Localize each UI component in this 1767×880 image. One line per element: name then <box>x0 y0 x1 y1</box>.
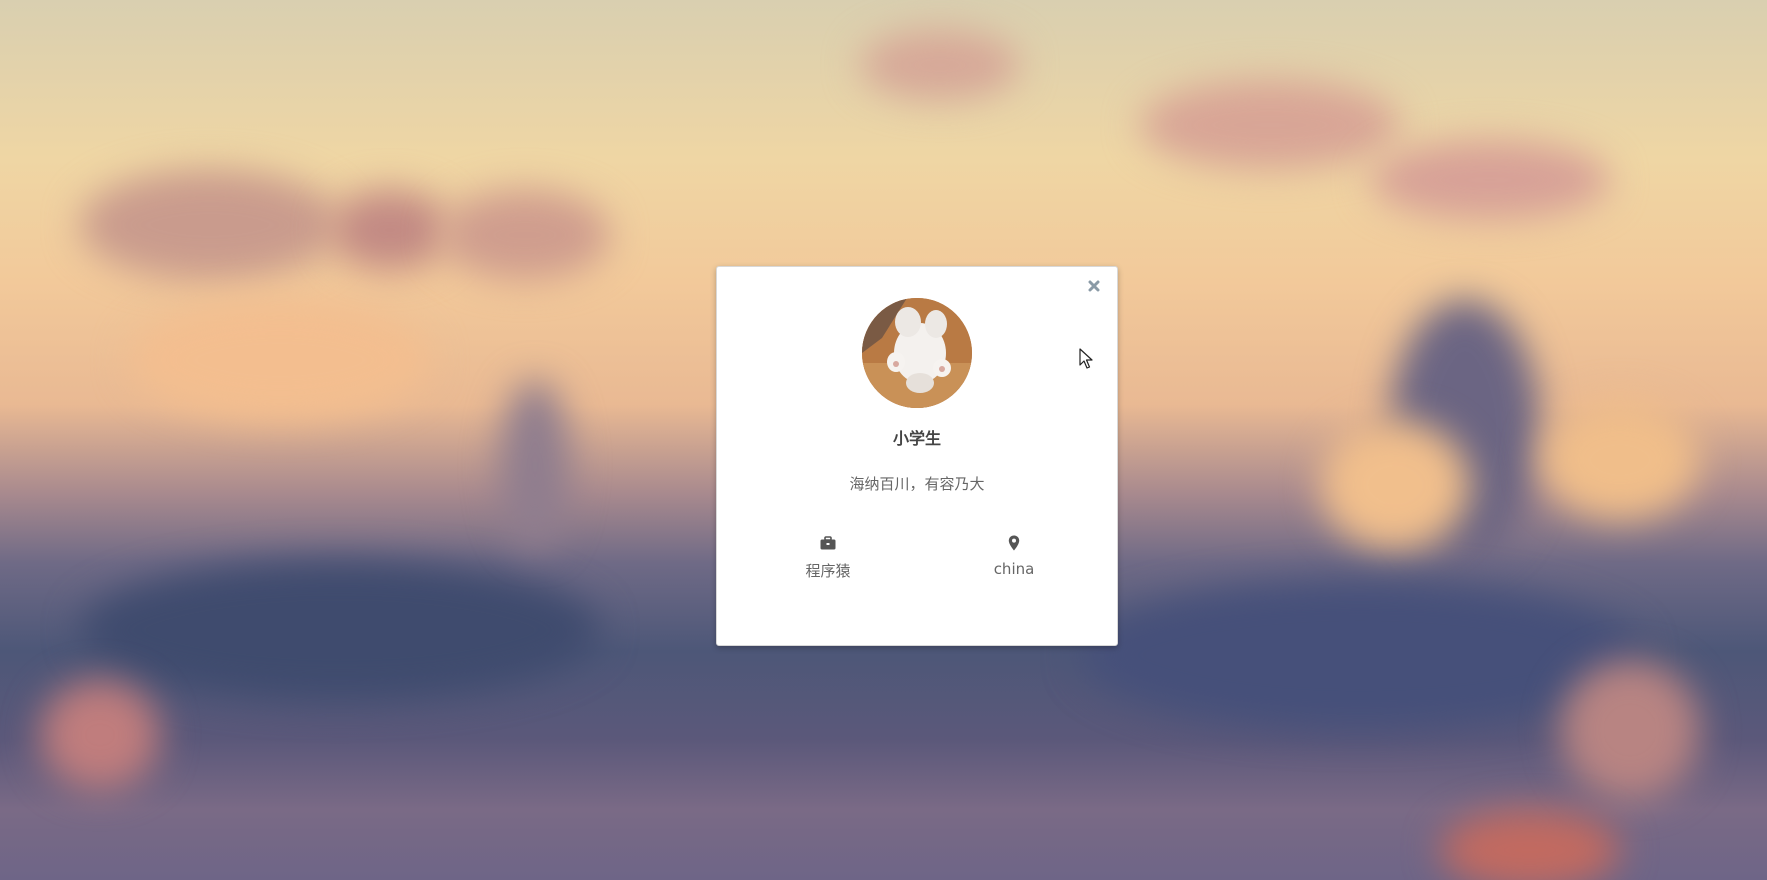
location-info: china <box>954 535 1074 578</box>
close-button[interactable] <box>1085 277 1103 295</box>
profile-motto: 海纳百川，有容乃大 <box>849 475 985 493</box>
profile-name: 小学生 <box>892 429 941 448</box>
briefcase-icon <box>820 536 836 550</box>
map-marker-icon <box>1008 535 1020 551</box>
close-icon <box>1088 280 1100 292</box>
mouse-cursor-icon <box>1079 348 1095 374</box>
job-info: 程序猿 <box>768 535 888 581</box>
job-label: 程序猿 <box>805 562 851 580</box>
profile-card: 小学生 海纳百川，有容乃大 程序猿 china <box>716 266 1118 646</box>
avatar <box>862 298 972 408</box>
location-label: china <box>993 560 1035 578</box>
